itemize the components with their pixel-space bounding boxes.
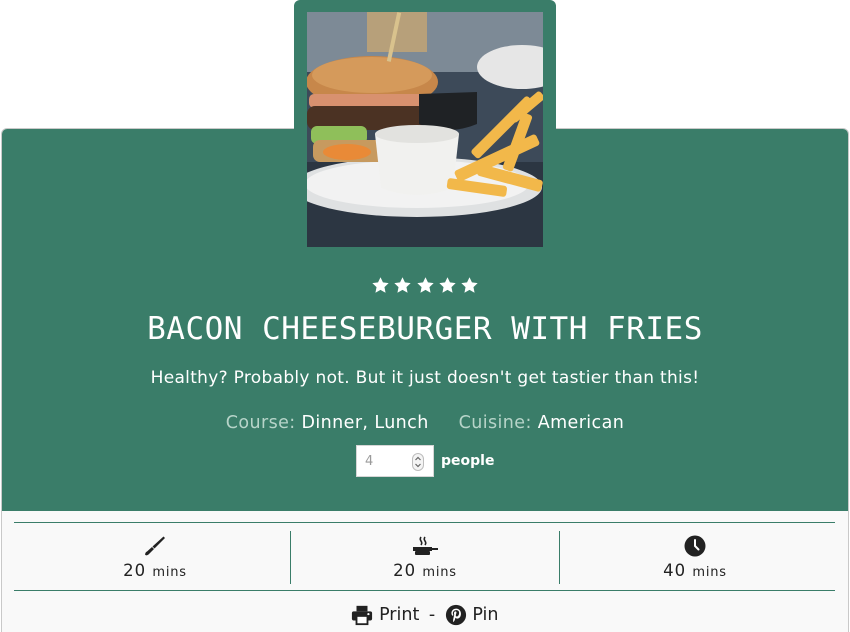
prep-time-unit: mins bbox=[152, 565, 187, 580]
recipe-tags: Course: Dinner, Lunch Cuisine: American bbox=[0, 413, 850, 433]
recipe-image bbox=[307, 12, 543, 247]
cuisine-label: Cuisine: bbox=[458, 413, 532, 433]
total-time-unit: mins bbox=[692, 565, 727, 580]
prep-time-amount: 20 bbox=[123, 561, 147, 580]
servings-unit: people bbox=[441, 453, 495, 469]
knife-icon bbox=[145, 536, 165, 556]
print-icon[interactable] bbox=[351, 604, 373, 626]
total-time: 40 mins bbox=[560, 531, 830, 584]
pin-button[interactable]: Pin bbox=[472, 605, 498, 625]
recipe-title: BACON CHEESEBURGER WITH FRIES bbox=[147, 311, 703, 347]
cook-time-unit: mins bbox=[422, 565, 457, 580]
print-button[interactable]: Print bbox=[379, 605, 419, 625]
star-rating[interactable] bbox=[0, 276, 850, 299]
recipe-summary: Healthy? Probably not. But it just doesn… bbox=[150, 368, 700, 388]
cuisine-value: American bbox=[537, 413, 625, 433]
course-value: Dinner, Lunch bbox=[301, 413, 429, 433]
times-top-divider bbox=[14, 522, 835, 523]
cook-time-amount: 20 bbox=[393, 561, 417, 580]
star-icon[interactable] bbox=[393, 276, 412, 295]
servings-stepper[interactable] bbox=[412, 453, 424, 471]
clock-icon bbox=[684, 535, 706, 557]
prep-time: 20 mins bbox=[20, 531, 290, 584]
times-bottom-divider bbox=[14, 590, 835, 591]
recipe-actions: Print - Pin bbox=[0, 604, 850, 626]
star-icon[interactable] bbox=[371, 276, 390, 295]
servings-value: 4 bbox=[365, 454, 374, 469]
star-icon[interactable] bbox=[416, 276, 435, 295]
star-icon[interactable] bbox=[438, 276, 457, 295]
total-time-amount: 40 bbox=[663, 561, 687, 580]
cook-time: 20 mins bbox=[291, 531, 559, 584]
stepper-arrows-icon[interactable] bbox=[414, 455, 422, 469]
actions-separator: - bbox=[428, 605, 436, 625]
course-label: Course: bbox=[225, 413, 296, 433]
star-icon[interactable] bbox=[460, 276, 479, 295]
servings-input[interactable]: 4 bbox=[356, 445, 434, 477]
pan-icon bbox=[413, 536, 438, 555]
pinterest-icon[interactable] bbox=[445, 604, 467, 626]
